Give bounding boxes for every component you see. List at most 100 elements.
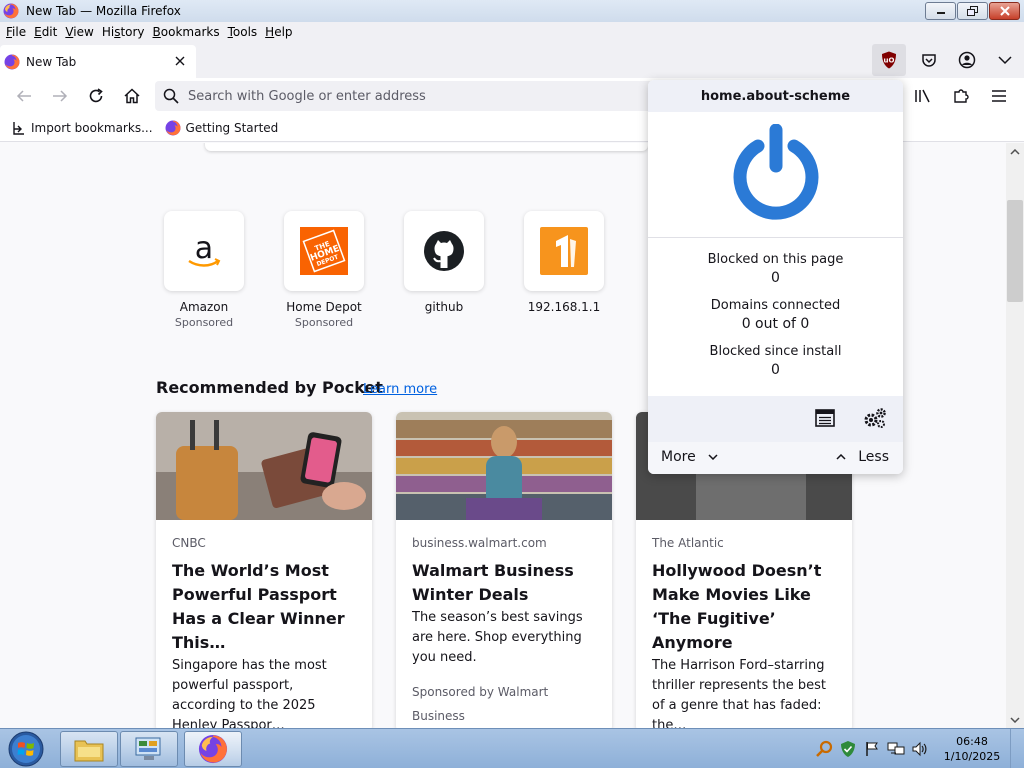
arrow-right-icon xyxy=(53,90,68,102)
menu-file[interactable]: File xyxy=(2,25,30,39)
scroll-down-button[interactable] xyxy=(1006,711,1024,728)
top-site-192-168-1-1[interactable]: 192.168.1.1 xyxy=(524,211,604,316)
amazon-logo-icon: a xyxy=(188,231,221,267)
more-label: More xyxy=(661,449,696,465)
back-button[interactable] xyxy=(6,80,42,112)
address-bar[interactable] xyxy=(155,81,655,111)
popup-divider xyxy=(648,237,903,238)
forward-button[interactable] xyxy=(42,80,78,112)
restore-button[interactable] xyxy=(957,2,988,20)
account-button[interactable] xyxy=(948,44,986,76)
library-button[interactable] xyxy=(904,80,942,112)
minimize-icon xyxy=(936,12,945,14)
taskbar-clock[interactable]: 06:48 1/10/2025 xyxy=(940,734,1004,764)
firefox-icon xyxy=(165,120,181,135)
page-search-box[interactable] xyxy=(205,143,648,151)
home-depot-logo-icon: THE HOME DEPOT xyxy=(300,227,348,275)
flag-icon xyxy=(866,742,878,756)
card-body: business.walmart.com Walmart Business Wi… xyxy=(396,520,612,728)
tray-action-center[interactable] xyxy=(860,737,884,761)
reload-button[interactable] xyxy=(78,80,114,112)
less-button[interactable]: Less xyxy=(836,449,889,465)
number-one-logo-icon xyxy=(540,227,588,275)
menu-tools[interactable]: Tools xyxy=(224,25,262,39)
menu-history[interactable]: History xyxy=(98,25,149,39)
control-panel-icon xyxy=(135,737,161,760)
top-site-github[interactable]: github xyxy=(404,211,484,316)
reload-icon xyxy=(89,88,103,103)
stat-value: 0 xyxy=(771,270,780,286)
minimize-button[interactable] xyxy=(925,2,956,20)
clock-time: 06:48 xyxy=(956,735,988,748)
tab-new-tab[interactable]: New Tab xyxy=(0,45,196,78)
tray-search-tool[interactable] xyxy=(812,737,836,761)
ublock-button[interactable]: uO xyxy=(872,44,906,76)
pocket-learn-more-link[interactable]: Learn more xyxy=(363,382,437,397)
system-tray: 06:48 1/10/2025 xyxy=(812,729,1024,768)
top-site-home-depot[interactable]: THE HOME DEPOT Home Depot Sponsored xyxy=(284,211,364,329)
scroll-up-button[interactable] xyxy=(1006,143,1024,160)
card-title: Hollywood Doesn’t Make Movies Like ‘The … xyxy=(652,561,822,652)
stat-label: Blocked since install xyxy=(709,344,842,359)
taskbar-file-explorer[interactable] xyxy=(60,731,118,767)
puzzle-icon xyxy=(954,89,969,103)
home-button[interactable] xyxy=(114,80,150,112)
window-title: New Tab — Mozilla Firefox xyxy=(26,4,181,18)
bookmark-import[interactable]: Import bookmarks... xyxy=(12,121,153,135)
tab-close-button[interactable] xyxy=(172,53,188,69)
menu-view[interactable]: View xyxy=(61,25,97,39)
chevron-down-icon xyxy=(708,454,718,460)
card-title: Walmart Business Winter Deals xyxy=(412,561,574,604)
ublock-popup: home.about-scheme Blocked on this page 0… xyxy=(648,80,903,474)
start-button[interactable] xyxy=(3,731,49,767)
github-logo-icon xyxy=(424,231,464,271)
bookmark-getting-started-label: Getting Started xyxy=(185,120,279,135)
tray-security[interactable] xyxy=(836,737,860,761)
account-icon xyxy=(958,51,976,69)
firefox-icon xyxy=(3,3,19,19)
bookmark-getting-started[interactable]: Getting Started xyxy=(165,120,279,136)
top-site-icon-box: a xyxy=(164,211,244,291)
show-desktop-button[interactable] xyxy=(1010,729,1024,768)
card-sponsor: Sponsored by Walmart Business xyxy=(412,685,549,723)
tab-bar: New Tab uO xyxy=(0,42,1024,78)
nav-right-tools xyxy=(904,80,1018,112)
menu-edit[interactable]: Edit xyxy=(30,25,61,39)
extensions-button[interactable] xyxy=(942,80,980,112)
pocket-card[interactable]: business.walmart.com Walmart Business Wi… xyxy=(396,412,612,728)
top-site-amazon[interactable]: a Amazon Sponsored xyxy=(164,211,244,329)
top-site-title: Home Depot xyxy=(286,300,362,314)
menu-help[interactable]: Help xyxy=(261,25,296,39)
card-description: Singapore has the most powerful passport… xyxy=(172,658,327,728)
chevron-up-icon xyxy=(1010,148,1020,155)
scroll-thumb[interactable] xyxy=(1007,200,1023,302)
top-site-sponsored-label: Sponsored xyxy=(174,316,234,329)
logger-list-icon[interactable] xyxy=(815,409,835,427)
gears-settings-icon[interactable] xyxy=(863,407,887,429)
taskbar-firefox[interactable] xyxy=(184,731,242,767)
card-source: business.walmart.com xyxy=(412,536,547,550)
pocket-card[interactable]: CNBC The World’s Most Powerful Passport … xyxy=(156,412,372,728)
top-site-title: Amazon xyxy=(179,300,229,314)
tray-network[interactable] xyxy=(884,737,908,761)
page-scrollbar[interactable] xyxy=(1006,143,1024,728)
speaker-icon xyxy=(912,741,927,757)
card-description: The season’s best savings are here. Shop… xyxy=(412,610,583,665)
more-button[interactable]: More xyxy=(661,449,718,465)
pocket-button[interactable] xyxy=(910,44,948,76)
pocket-heading: Recommended by Pocket xyxy=(156,378,383,397)
clock-date: 1/10/2025 xyxy=(943,750,1001,763)
app-menu-button[interactable] xyxy=(980,80,1018,112)
close-window-button[interactable] xyxy=(989,2,1020,20)
close-icon xyxy=(999,6,1010,16)
power-icon[interactable] xyxy=(728,124,824,220)
taskbar-control-panel[interactable] xyxy=(120,731,178,767)
address-input[interactable] xyxy=(188,88,628,104)
bookmark-import-label: Import bookmarks... xyxy=(31,120,153,135)
windows-start-orb-icon xyxy=(8,731,44,767)
tray-volume[interactable] xyxy=(908,737,932,761)
close-icon xyxy=(175,56,185,66)
firefox-icon xyxy=(198,734,228,764)
menu-bookmarks[interactable]: Bookmarks xyxy=(149,25,224,39)
list-all-tabs-button[interactable] xyxy=(986,44,1024,76)
